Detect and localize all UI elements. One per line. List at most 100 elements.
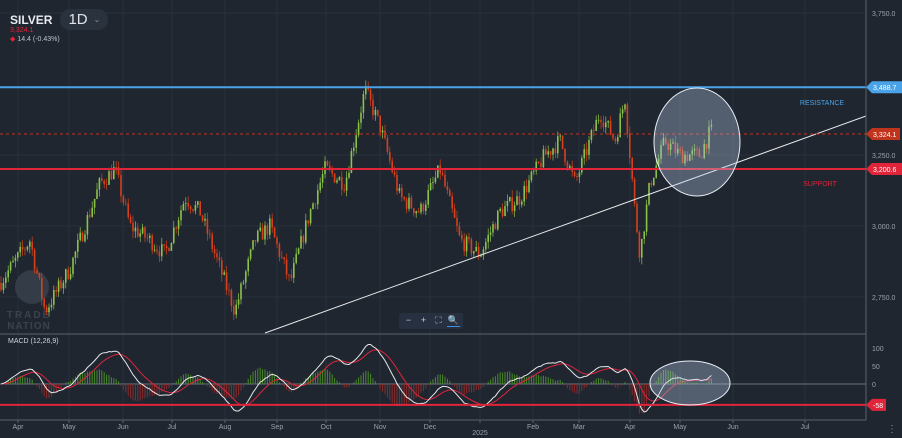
- candle-down: [566, 162, 569, 169]
- candle-down: [146, 237, 149, 239]
- candle-down: [389, 151, 391, 161]
- candle-down: [285, 259, 288, 275]
- zoom-out-button[interactable]: −: [402, 315, 415, 327]
- resistance-price-tag-text: 3,488.7: [873, 85, 896, 92]
- candle-up: [499, 208, 501, 211]
- candle-up: [645, 204, 648, 232]
- candle-down: [561, 135, 564, 149]
- candle-down: [456, 217, 458, 227]
- logo-text: TRADE: [7, 310, 51, 321]
- candle-down: [441, 173, 444, 175]
- candle-up: [62, 282, 65, 289]
- zoom-in-button[interactable]: +: [417, 315, 430, 327]
- candle-down: [449, 190, 451, 197]
- candle-down: [110, 171, 113, 180]
- logo-text: NATION: [7, 321, 51, 332]
- candle-down: [576, 176, 578, 177]
- candle-down: [444, 174, 446, 187]
- candle-down: [307, 220, 309, 224]
- candle-down: [230, 290, 233, 306]
- candle-down: [43, 298, 45, 308]
- candle-up: [69, 274, 72, 279]
- candle-up: [240, 283, 242, 300]
- fit-screen-button[interactable]: ⛶: [432, 315, 445, 327]
- candle-down: [386, 138, 389, 152]
- candle-down: [283, 257, 285, 260]
- time-label: Oct: [321, 424, 332, 431]
- candle-up: [557, 136, 559, 154]
- candle-up: [429, 182, 432, 191]
- candle-down: [413, 208, 415, 214]
- candle-down: [396, 174, 398, 192]
- candle-down: [41, 277, 43, 299]
- time-label: Sep: [271, 424, 284, 431]
- time-label: Apr: [13, 424, 25, 431]
- candle-down: [144, 227, 146, 238]
- candle-up: [264, 225, 266, 240]
- candle-down: [89, 215, 91, 217]
- time-label: May: [673, 424, 687, 431]
- candle-up: [84, 234, 86, 242]
- candle-down: [38, 273, 41, 278]
- candle-up: [319, 182, 321, 191]
- candle-down: [451, 196, 453, 209]
- candle-up: [338, 177, 341, 181]
- candle-down: [463, 239, 465, 252]
- candle-down: [165, 245, 168, 249]
- price-chart[interactable]: TRADENATION RESISTANCE SUPPORT 3,750.0 3,250…: [0, 0, 902, 438]
- chevron-down-icon: ⌄: [93, 15, 101, 24]
- candle-down: [125, 202, 127, 204]
- candle-down: [276, 237, 278, 244]
- current-price-tag-text: 3,324.1: [873, 132, 896, 139]
- candle-up: [357, 122, 360, 136]
- candle-down: [122, 196, 125, 203]
- candle-down: [540, 163, 542, 168]
- candle-up: [252, 240, 254, 250]
- candle-up: [57, 280, 60, 292]
- candle-down: [0, 282, 2, 290]
- candle-up: [590, 130, 593, 141]
- candle-up: [300, 236, 302, 249]
- candle-down: [554, 148, 557, 154]
- candle-up: [53, 290, 55, 305]
- candle-down: [192, 209, 194, 211]
- candle-up: [108, 171, 110, 185]
- candle-up: [595, 119, 597, 132]
- candle-up: [362, 94, 365, 113]
- candle-up: [98, 178, 101, 190]
- candle-down: [24, 249, 26, 251]
- timeframe-value: 1D: [68, 11, 88, 28]
- zoom-reset-button[interactable]: 🔍: [447, 315, 460, 327]
- candle-down: [218, 257, 221, 261]
- candle-up: [425, 204, 427, 212]
- candle-up: [237, 299, 240, 305]
- time-label: Jun: [727, 424, 738, 431]
- candle-up: [297, 248, 300, 254]
- price-change: ◆ 14.4 (-0.43%): [10, 35, 60, 43]
- candle-down: [461, 235, 463, 240]
- candle-down: [593, 130, 595, 132]
- candle-up: [293, 263, 295, 278]
- candle-up: [607, 120, 609, 123]
- candle-up: [79, 232, 81, 240]
- candle-down: [609, 120, 612, 135]
- candle-up: [96, 189, 98, 199]
- time-label: Apr: [625, 424, 637, 431]
- candle-up: [173, 227, 175, 243]
- more-options-icon[interactable]: ⋮: [887, 424, 897, 435]
- time-label: Jun: [117, 424, 128, 431]
- candle-down: [261, 227, 264, 240]
- timeframe-selector[interactable]: 1D ⌄: [60, 9, 109, 30]
- candle-up: [48, 307, 50, 313]
- candle-down: [33, 249, 36, 270]
- candle-up: [617, 137, 619, 142]
- candle-up: [605, 122, 607, 128]
- candle-up: [185, 202, 187, 204]
- macd-level-tag-text: -58: [873, 403, 883, 410]
- candle-up: [581, 158, 583, 173]
- candle-up: [74, 251, 77, 258]
- candle-up: [355, 135, 357, 148]
- candle-up: [204, 218, 206, 221]
- time-label: Jul: [801, 424, 810, 431]
- price-tick: 2,750.0: [872, 295, 895, 302]
